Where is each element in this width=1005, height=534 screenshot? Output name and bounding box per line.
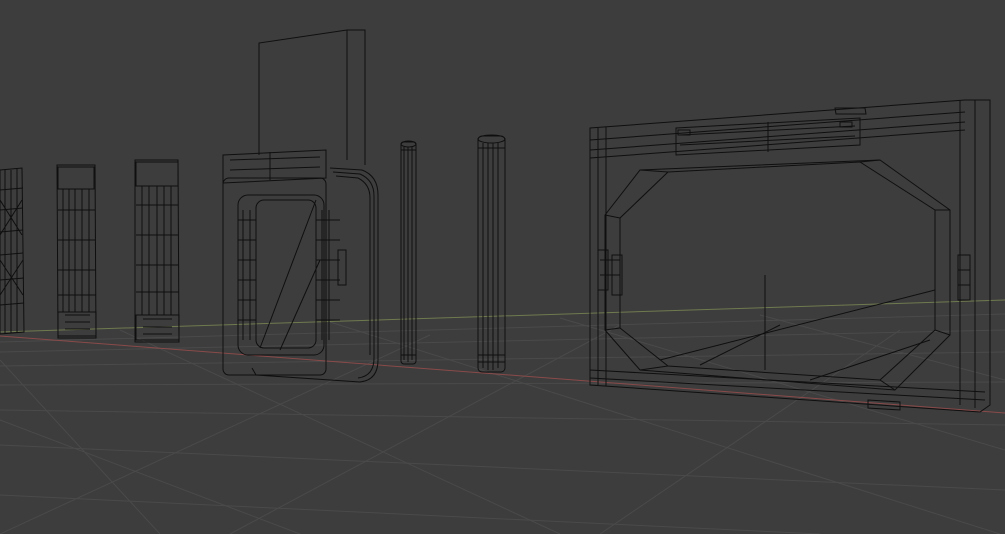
x-axis-line xyxy=(0,335,1005,414)
viewport-canvas[interactable] xyxy=(0,0,1005,534)
door-frame-large-mesh[interactable] xyxy=(589,99,991,413)
floor-grid xyxy=(0,313,1005,534)
door-frame-small-mesh[interactable] xyxy=(222,29,379,383)
door-panel-mesh-3[interactable] xyxy=(134,159,180,343)
3d-viewport[interactable] xyxy=(0,0,1005,534)
door-panel-mesh-1[interactable] xyxy=(0,167,25,335)
door-panel-mesh-2[interactable] xyxy=(56,164,97,339)
pillar-thick-mesh[interactable] xyxy=(477,134,506,373)
